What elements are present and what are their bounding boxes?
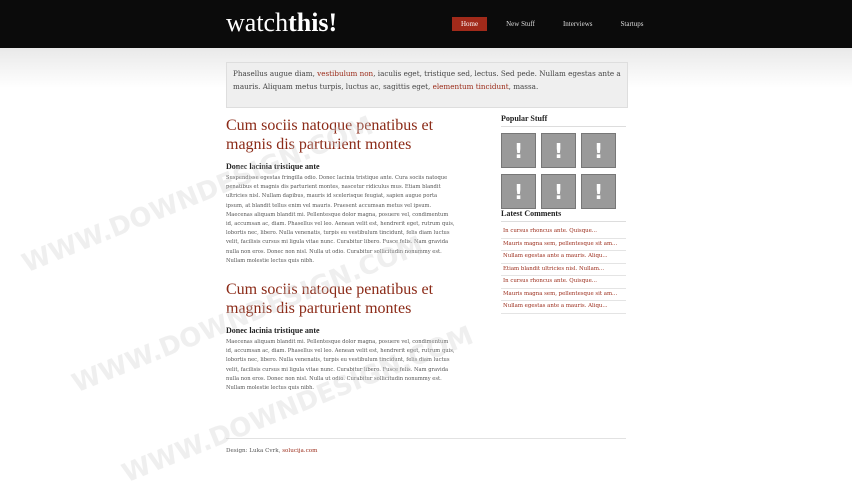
intro-link-vestibulum[interactable]: vestibulum non — [317, 69, 373, 78]
thumbnail-placeholder-icon[interactable]: ! — [581, 174, 616, 209]
popular-thumbnails: ! ! ! ! ! ! — [501, 133, 626, 209]
main-nav: Home New Stuff Interviews Startups — [452, 17, 662, 31]
comment-link[interactable]: Nullam egestas ante a mauris. Aliqu... — [501, 301, 626, 314]
nav-startups[interactable]: Startups — [612, 17, 653, 31]
post-body: Maecenas aliquam blandit mi. Pellentesqu… — [226, 339, 455, 392]
post-title[interactable]: Cum sociis natoque penatibus et magnis d… — [226, 280, 456, 318]
thumbnail-placeholder-icon[interactable]: ! — [501, 133, 536, 168]
footer-text: Design: Luka Cvrk, — [226, 448, 283, 454]
sidebar: Popular Stuff ! ! ! ! ! ! Latest Comment… — [501, 114, 626, 314]
comment-link[interactable]: Etiam blandit ultricies nisl. Nullam... — [501, 264, 626, 276]
post-subtitle: Donec lacinia tristique ante — [226, 162, 320, 171]
footer: Design: Luka Cvrk, solucija.com — [226, 448, 317, 454]
top-bar: watchthis! Home New Stuff Interviews Sta… — [0, 0, 852, 48]
comment-link[interactable]: Mauris magna sem, pellentesque sit am... — [501, 289, 626, 301]
comment-link[interactable]: Mauris magna sem, pellentesque sit am... — [501, 239, 626, 251]
thumbnail-placeholder-icon[interactable]: ! — [501, 174, 536, 209]
nav-interviews[interactable]: Interviews — [554, 17, 602, 31]
nav-home[interactable]: Home — [452, 17, 488, 31]
post: Cum sociis natoque penatibus et magnis d… — [226, 116, 456, 266]
comment-link[interactable]: Nullam egestas ante a mauris. Aliqu... — [501, 251, 626, 264]
latest-comments-list: In cursus rhoncus ante. Quisque... Mauri… — [501, 226, 626, 314]
intro-text: Phasellus augue diam, — [233, 69, 318, 78]
comment-link[interactable]: In cursus rhoncus ante. Quisque... — [501, 226, 626, 239]
intro-box: Phasellus augue diam, vestibulum non, ia… — [226, 62, 628, 108]
nav-new-stuff[interactable]: New Stuff — [497, 17, 544, 31]
site-logo[interactable]: watchthis! — [226, 8, 337, 38]
post-body: Suspendisse egestas fringilla odio. Done… — [226, 175, 455, 264]
logo-text-bold: this! — [288, 8, 338, 37]
latest-comments-heading: Latest Comments — [501, 209, 626, 222]
post-subtitle: Donec lacinia tristique ante — [226, 326, 320, 336]
intro-link-elementum[interactable]: elementum tincidunt — [433, 82, 509, 91]
popular-stuff-heading: Popular Stuff — [501, 114, 626, 127]
intro-text: , massa. — [508, 82, 539, 91]
footer-link[interactable]: solucija.com — [282, 448, 317, 454]
thumbnail-placeholder-icon[interactable]: ! — [541, 174, 576, 209]
main-content: Cum sociis natoque penatibus et magnis d… — [226, 116, 456, 393]
footer-divider — [226, 438, 626, 439]
post-title[interactable]: Cum sociis natoque penatibus et magnis d… — [226, 116, 456, 154]
post: Cum sociis natoque penatibus et magnis d… — [226, 280, 456, 393]
thumbnail-placeholder-icon[interactable]: ! — [541, 133, 576, 168]
thumbnail-placeholder-icon[interactable]: ! — [581, 133, 616, 168]
comment-link[interactable]: In cursus rhoncus ante. Quisque... — [501, 276, 626, 289]
logo-text-light: watch — [226, 8, 289, 37]
